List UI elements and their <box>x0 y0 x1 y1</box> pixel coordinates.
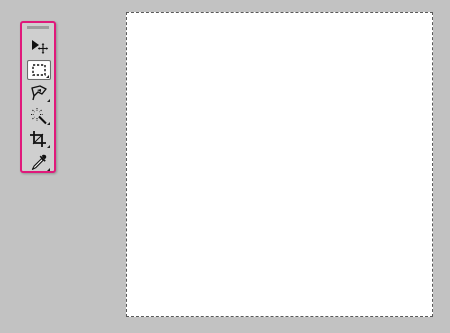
magic-wand-icon <box>29 107 49 125</box>
eyedropper-icon <box>29 153 49 171</box>
flyout-indicator-icon <box>46 75 49 78</box>
flyout-indicator-icon <box>47 99 50 102</box>
eyedropper-tool-button[interactable] <box>27 152 51 172</box>
document-canvas[interactable] <box>126 12 433 317</box>
magic-wand-tool-button[interactable] <box>27 106 51 126</box>
flyout-indicator-icon <box>47 145 50 148</box>
polygonal-lasso-icon <box>29 84 49 102</box>
move-tool-button[interactable] <box>27 36 51 56</box>
crop-icon <box>29 130 49 148</box>
tools-panel <box>20 21 56 173</box>
panel-grip[interactable] <box>27 26 49 29</box>
rectangular-marquee-tool-button[interactable] <box>27 60 51 80</box>
flyout-indicator-icon <box>47 168 50 171</box>
lasso-tool-button[interactable] <box>27 83 51 103</box>
rectangular-marquee-icon <box>31 63 47 77</box>
flyout-indicator-icon <box>47 122 50 125</box>
crop-tool-button[interactable] <box>27 129 51 149</box>
move-icon <box>29 38 49 54</box>
